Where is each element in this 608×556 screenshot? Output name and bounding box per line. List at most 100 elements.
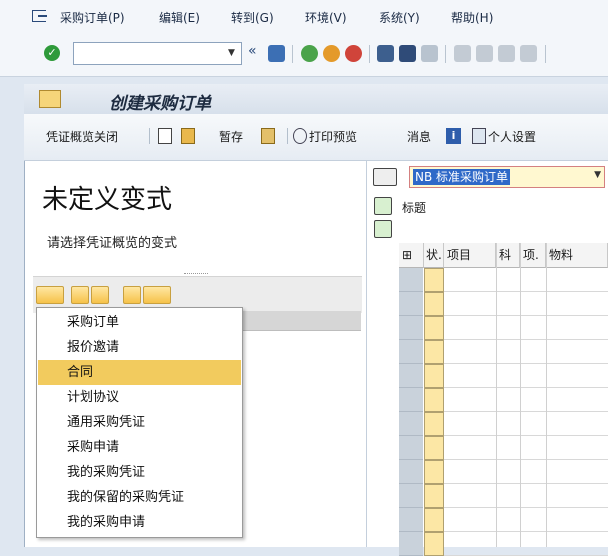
- grid-divider: [546, 243, 547, 547]
- menu-item-my-docs[interactable]: 我的采购凭证: [38, 460, 241, 485]
- menu-purchase-order[interactable]: 采购订单(P): [60, 9, 125, 26]
- grid-status-cell[interactable]: [424, 340, 444, 364]
- grid-row-selector[interactable]: [399, 268, 423, 292]
- cancel-icon[interactable]: [345, 45, 362, 62]
- table-row[interactable]: [444, 388, 608, 412]
- copy-icon[interactable]: [71, 286, 89, 304]
- find-next-icon[interactable]: [421, 45, 438, 62]
- grid-row-selector[interactable]: [399, 412, 423, 436]
- grid-row-selector[interactable]: [399, 508, 423, 532]
- grid-status-cell[interactable]: [424, 532, 444, 556]
- grid-row-selector[interactable]: [399, 316, 423, 340]
- items-expand-icon[interactable]: [374, 220, 392, 238]
- grid-status-cell[interactable]: [424, 460, 444, 484]
- hold-button[interactable]: 暂存: [219, 128, 243, 145]
- grid-select-all[interactable]: ⊞: [399, 243, 424, 268]
- table-row[interactable]: [444, 484, 608, 508]
- table-row[interactable]: [444, 412, 608, 436]
- grid-col-item[interactable]: 项目: [444, 243, 496, 268]
- table-row[interactable]: [444, 436, 608, 460]
- menu-item-generic-docs[interactable]: 通用采购凭证: [38, 410, 241, 435]
- menu-goto[interactable]: 转到(G): [231, 9, 274, 26]
- new-document-icon[interactable]: [158, 128, 172, 144]
- doc-overview-off-button[interactable]: 凭证概览关闭: [46, 128, 118, 145]
- chevron-down-icon[interactable]: ▼: [224, 45, 239, 62]
- selection-variant-button[interactable]: [36, 286, 64, 304]
- other-document-icon[interactable]: [181, 128, 195, 144]
- grid-col-status[interactable]: 状.: [424, 243, 444, 268]
- table-row[interactable]: [444, 532, 608, 556]
- menu-item-purchase-order[interactable]: 采购订单: [38, 310, 241, 335]
- menu-item-my-held-docs[interactable]: 我的保留的采购凭证: [38, 485, 241, 510]
- menu-item-purchase-req[interactable]: 采购申请: [38, 435, 241, 460]
- grid-status-cell[interactable]: [424, 436, 444, 460]
- doc-type-select[interactable]: NB 标准采购订单 ▼: [409, 166, 605, 188]
- print-preview-icon[interactable]: [293, 128, 307, 144]
- grid-row-selector[interactable]: [399, 460, 423, 484]
- grid-status-cell[interactable]: [424, 484, 444, 508]
- grid-col-account[interactable]: 科: [496, 243, 520, 268]
- grid-status-cell[interactable]: [424, 388, 444, 412]
- variant-dropdown-menu: 采购订单 报价邀请 合同 计划协议 通用采购凭证 采购申请 我的采购凭证 我的保…: [36, 307, 243, 538]
- layout-button[interactable]: [143, 286, 171, 304]
- table-row[interactable]: [444, 268, 608, 292]
- personal-settings-icon[interactable]: [472, 128, 486, 144]
- grid-row-selector[interactable]: [399, 388, 423, 412]
- menu-help[interactable]: 帮助(H): [451, 9, 493, 26]
- info-icon[interactable]: i: [446, 128, 461, 144]
- table-row[interactable]: [444, 316, 608, 340]
- table-row[interactable]: [444, 364, 608, 388]
- grid-row-selector[interactable]: [399, 364, 423, 388]
- system-toolbar: ✓ ▼ «: [0, 34, 608, 77]
- chevron-down-icon[interactable]: ▼: [594, 170, 601, 180]
- check-document-icon[interactable]: [261, 128, 275, 144]
- grid-row-selector[interactable]: [399, 436, 423, 460]
- doc-type-value: NB 标准采购订单: [413, 169, 511, 185]
- cart-icon[interactable]: [373, 168, 397, 186]
- grid-col-itemcat[interactable]: 项.: [520, 243, 546, 268]
- table-row[interactable]: [444, 340, 608, 364]
- grid-status-cell[interactable]: [424, 508, 444, 532]
- grid-status-cell[interactable]: [424, 316, 444, 340]
- grid-row-selector[interactable]: [399, 484, 423, 508]
- command-field[interactable]: ▼: [73, 42, 242, 65]
- first-page-icon[interactable]: [454, 45, 471, 62]
- last-page-icon[interactable]: [520, 45, 537, 62]
- table-row[interactable]: [444, 508, 608, 532]
- grid-status-cell[interactable]: [424, 292, 444, 316]
- grid-status-cell[interactable]: [424, 412, 444, 436]
- menu-item-contract[interactable]: 合同: [38, 360, 241, 385]
- back-icon[interactable]: [301, 45, 318, 62]
- grid-row-selector[interactable]: [399, 532, 423, 556]
- print-preview-button[interactable]: 打印预览: [309, 128, 357, 145]
- table-row[interactable]: [444, 460, 608, 484]
- grid-row-selector[interactable]: [399, 292, 423, 316]
- menu-environment[interactable]: 环境(V): [305, 9, 347, 26]
- exit-nav-icon[interactable]: [323, 45, 340, 62]
- menu-item-my-reqs[interactable]: 我的采购申请: [38, 510, 241, 535]
- grid-status-cell[interactable]: [424, 364, 444, 388]
- print-icon[interactable]: [377, 45, 394, 62]
- page-title: 创建采购订单: [109, 94, 211, 114]
- table-row[interactable]: [444, 292, 608, 316]
- grid-col-material[interactable]: 物料: [546, 243, 608, 268]
- menu-edit[interactable]: 编辑(E): [159, 9, 200, 26]
- prev-page-icon[interactable]: [476, 45, 493, 62]
- grid-row-selector[interactable]: [399, 340, 423, 364]
- next-page-icon[interactable]: [498, 45, 515, 62]
- transaction-icon[interactable]: [39, 90, 61, 108]
- personal-settings-button[interactable]: 个人设置: [488, 128, 536, 145]
- header-expand-icon[interactable]: [374, 197, 392, 215]
- messages-button[interactable]: 消息: [407, 128, 431, 145]
- save-icon[interactable]: [268, 45, 285, 62]
- menu-system[interactable]: 系统(Y): [379, 9, 420, 26]
- collapse-icon[interactable]: «: [248, 43, 257, 59]
- find-icon[interactable]: [399, 45, 416, 62]
- menu-item-scheduling-agreement[interactable]: 计划协议: [38, 385, 241, 410]
- grid-status-cell[interactable]: [424, 268, 444, 292]
- grid-divider: [520, 243, 521, 547]
- find-icon[interactable]: [123, 286, 141, 304]
- menu-item-rfq[interactable]: 报价邀请: [38, 335, 241, 360]
- refresh-icon[interactable]: [91, 286, 109, 304]
- enter-check-icon[interactable]: ✓: [44, 45, 60, 61]
